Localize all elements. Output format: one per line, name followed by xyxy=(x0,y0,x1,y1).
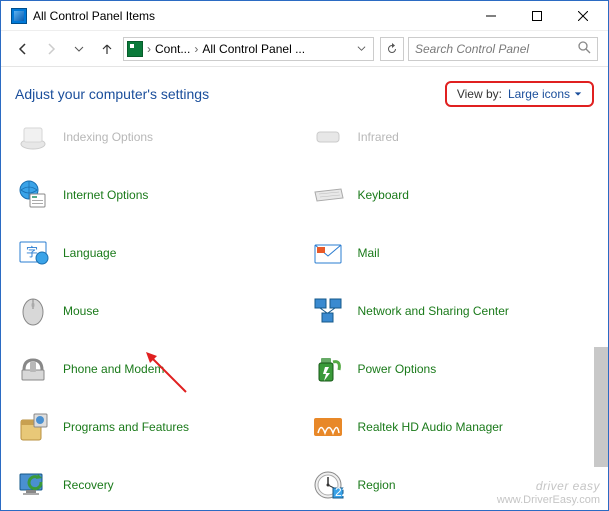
forward-button[interactable] xyxy=(39,37,63,61)
keyboard-icon xyxy=(310,177,346,213)
up-button[interactable] xyxy=(95,37,119,61)
scrollbar-thumb[interactable] xyxy=(594,347,608,467)
view-by-control: View by: Large icons xyxy=(445,81,594,107)
breadcrumb-segment[interactable]: All Control Panel ... xyxy=(202,42,349,56)
item-recovery[interactable]: Recovery xyxy=(15,463,300,507)
address-bar[interactable]: › Cont... › All Control Panel ... xyxy=(123,37,374,61)
control-panel-icon xyxy=(127,41,143,57)
item-realtek-audio[interactable]: Realtek HD Audio Manager xyxy=(310,405,595,449)
items-grid: Indexing Options Infrared Internet Optio… xyxy=(15,115,594,510)
internet-options-icon xyxy=(15,177,51,213)
page-title: Adjust your computer's settings xyxy=(15,86,209,102)
indexing-icon xyxy=(15,119,51,155)
item-region[interactable]: 22 Region xyxy=(310,463,595,507)
refresh-button[interactable] xyxy=(380,37,404,61)
programs-icon xyxy=(15,409,51,445)
item-indexing-options[interactable]: Indexing Options xyxy=(15,115,300,159)
mouse-icon xyxy=(15,293,51,329)
recent-dropdown[interactable] xyxy=(67,37,91,61)
breadcrumb-segment[interactable]: Cont... xyxy=(155,42,190,56)
content-area: Adjust your computer's settings View by:… xyxy=(1,67,608,510)
region-icon: 22 xyxy=(310,467,346,503)
control-panel-icon xyxy=(11,8,27,24)
item-internet-options[interactable]: Internet Options xyxy=(15,173,300,217)
item-infrared[interactable]: Infrared xyxy=(310,115,595,159)
item-keyboard[interactable]: Keyboard xyxy=(310,173,595,217)
item-phone-modem[interactable]: Phone and Modem xyxy=(15,347,300,391)
item-power-options[interactable]: Power Options xyxy=(310,347,595,391)
chevron-down-icon[interactable] xyxy=(353,42,370,56)
realtek-icon xyxy=(310,409,346,445)
svg-text:22: 22 xyxy=(335,485,345,499)
item-language[interactable]: 字 Language xyxy=(15,231,300,275)
maximize-button[interactable] xyxy=(514,1,560,31)
close-button[interactable] xyxy=(560,1,606,31)
item-mail[interactable]: Mail xyxy=(310,231,595,275)
recovery-icon xyxy=(15,467,51,503)
item-mouse[interactable]: Mouse xyxy=(15,289,300,333)
minimize-button[interactable] xyxy=(468,1,514,31)
phone-modem-icon xyxy=(15,351,51,387)
search-icon xyxy=(578,41,591,57)
back-button[interactable] xyxy=(11,37,35,61)
titlebar: All Control Panel Items xyxy=(1,1,608,31)
view-by-dropdown[interactable]: Large icons xyxy=(508,87,582,101)
power-icon xyxy=(310,351,346,387)
network-icon xyxy=(310,293,346,329)
infrared-icon xyxy=(310,119,346,155)
navbar: › Cont... › All Control Panel ... Search… xyxy=(1,31,608,67)
item-programs-features[interactable]: Programs and Features xyxy=(15,405,300,449)
chevron-right-icon: › xyxy=(194,42,198,56)
language-icon: 字 xyxy=(15,235,51,271)
item-network-sharing[interactable]: Network and Sharing Center xyxy=(310,289,595,333)
window-title: All Control Panel Items xyxy=(33,9,468,23)
search-placeholder: Search Control Panel xyxy=(415,42,529,56)
chevron-right-icon: › xyxy=(147,42,151,56)
search-input[interactable]: Search Control Panel xyxy=(408,37,598,61)
mail-icon xyxy=(310,235,346,271)
chevron-down-icon xyxy=(574,90,582,98)
view-by-label: View by: xyxy=(457,87,502,101)
